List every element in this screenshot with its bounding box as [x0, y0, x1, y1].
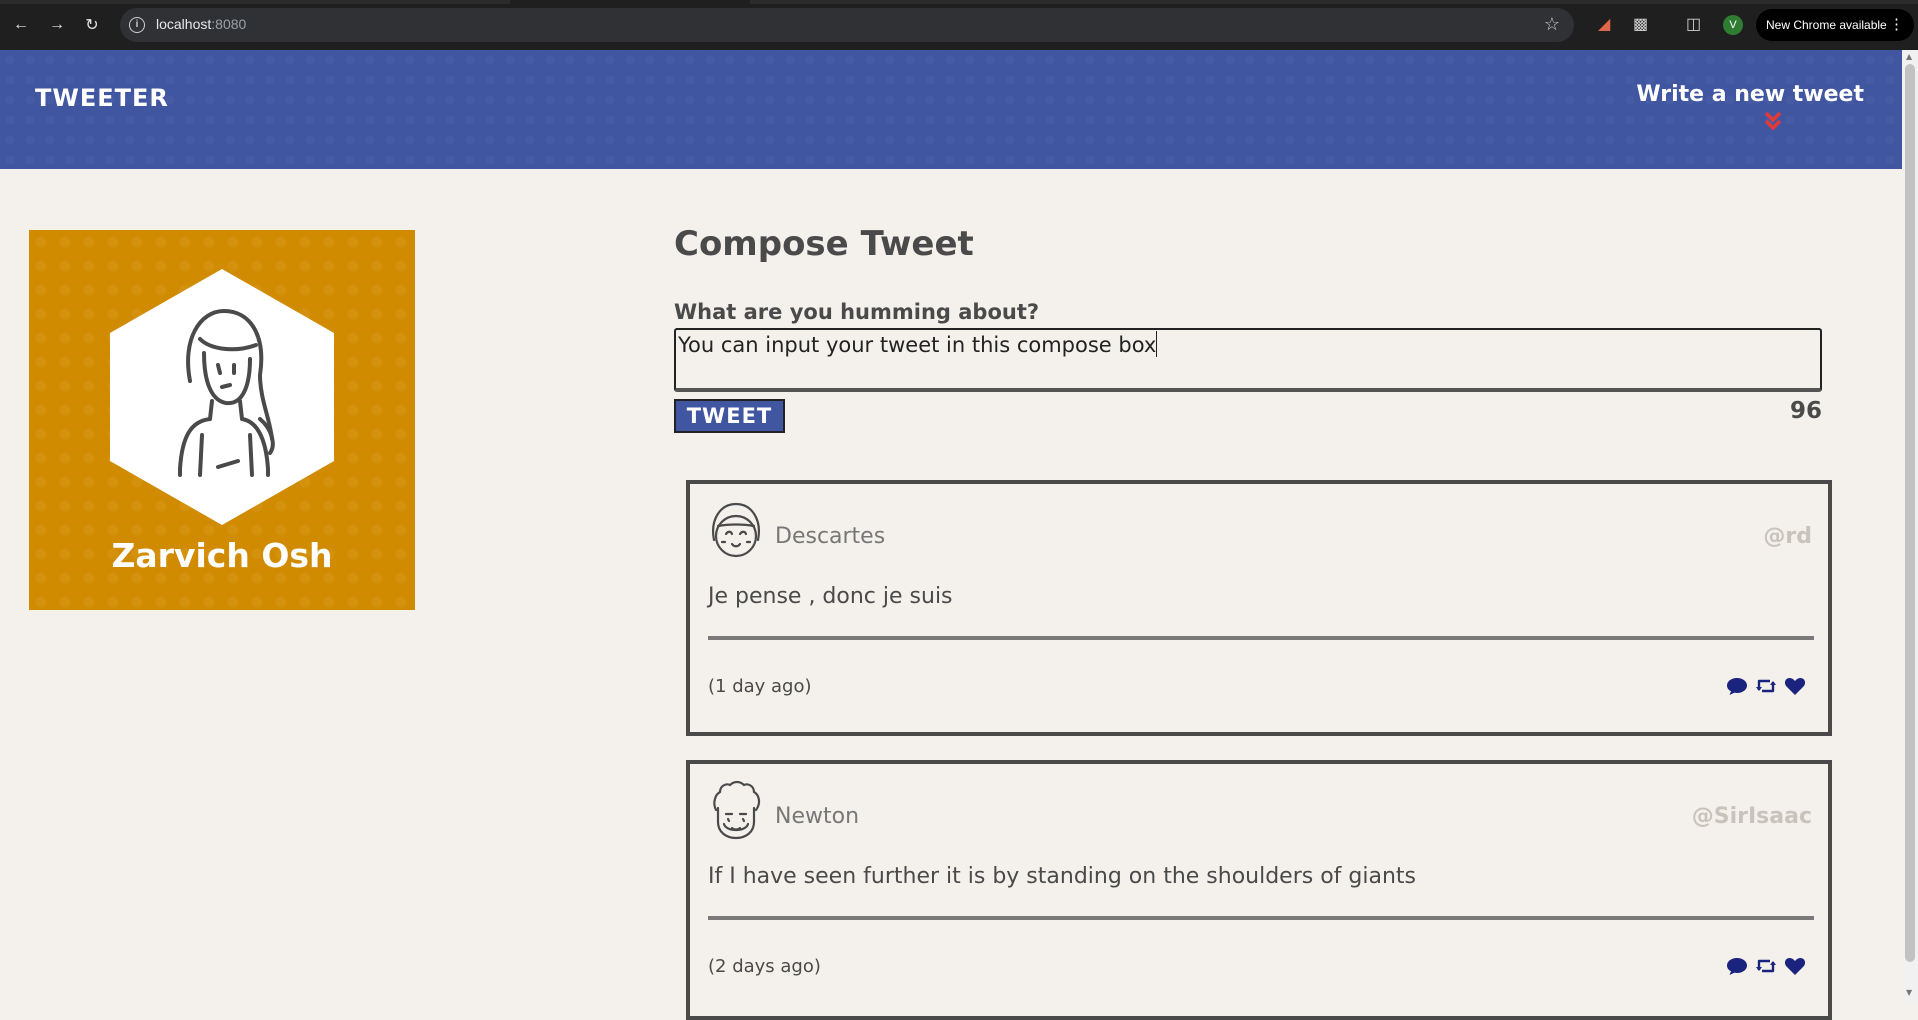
profile-name: Zarvich Osh	[111, 536, 333, 575]
comment-icon[interactable]	[1726, 956, 1748, 976]
browser-toolbar: ← → ↻ i localhost:8080 ☆ ◢ ▩ ◫ V New Chr…	[0, 0, 1918, 50]
tweet-divider	[708, 916, 1814, 920]
comment-icon[interactable]	[1726, 676, 1748, 696]
profile-card: Zarvich Osh	[29, 230, 415, 610]
retweet-icon[interactable]	[1755, 956, 1777, 976]
avatar	[713, 780, 761, 840]
forward-icon[interactable]: →	[45, 13, 69, 37]
avatar	[712, 502, 760, 558]
active-tab[interactable]	[510, 0, 750, 4]
tweet-timestamp: (1 day ago)	[708, 676, 812, 697]
tweet-timestamp: (2 days ago)	[708, 956, 821, 977]
compose-textarea[interactable]: You can input your tweet in this compose…	[674, 328, 1822, 392]
address-bar[interactable]: i localhost:8080 ☆	[120, 8, 1574, 42]
site-header: TWEETER Write a new tweet	[0, 50, 1902, 169]
reload-icon[interactable]: ↻	[80, 13, 104, 37]
bookmark-star-icon[interactable]: ☆	[1544, 14, 1560, 35]
url-text[interactable]: localhost:8080	[156, 16, 246, 32]
text-caret	[1156, 331, 1158, 357]
tab-strip	[0, 0, 1918, 4]
heart-icon[interactable]	[1784, 956, 1806, 976]
tweet-divider	[708, 636, 1814, 640]
char-counter: 96	[1789, 398, 1822, 424]
retweet-icon[interactable]	[1755, 676, 1777, 696]
tweet-actions	[1726, 676, 1806, 696]
back-icon[interactable]: ←	[9, 13, 33, 37]
menu-dots-icon[interactable]: ⋮	[1889, 15, 1904, 33]
compose-label: What are you humming about?	[674, 300, 1040, 324]
scrollbar-thumb[interactable]	[1905, 64, 1915, 962]
site-info-icon[interactable]: i	[129, 17, 145, 33]
tweet-button[interactable]: TWEET	[674, 399, 785, 433]
scroll-down-arrow-icon[interactable]: ▼	[1906, 988, 1912, 997]
scroll-up-arrow-icon[interactable]: ▲	[1906, 52, 1912, 61]
compose-text: You can input your tweet in this compose…	[678, 333, 1157, 357]
extension-icon[interactable]: ◢	[1598, 14, 1610, 34]
heart-icon[interactable]	[1784, 676, 1806, 696]
puzzle-extensions-icon[interactable]: ▩	[1633, 14, 1648, 34]
tweet-card: Descartes @rd Je pense , donc je suis (1…	[686, 480, 1832, 736]
url-host: localhost	[156, 16, 212, 32]
logo[interactable]: TWEETER	[35, 84, 169, 112]
tweet-handle: @rd	[1763, 524, 1812, 549]
write-new-tweet-link[interactable]: Write a new tweet	[1636, 82, 1864, 107]
page-scrollbar[interactable]: ▲ ▼	[1902, 50, 1918, 1003]
tweet-author-name: Descartes	[775, 524, 886, 549]
tweet-content: Je pense , donc je suis	[708, 584, 953, 609]
tweet-card: Newton @SirIsaac If I have seen further …	[686, 760, 1832, 1020]
url-port: :8080	[211, 16, 247, 32]
update-label: New Chrome available	[1766, 18, 1887, 32]
tweet-content: If I have seen further it is by standing…	[708, 864, 1416, 889]
tweet-author-name: Newton	[775, 804, 860, 829]
double-chevron-down-icon[interactable]	[1763, 110, 1783, 132]
profile-avatar[interactable]: V	[1723, 15, 1743, 35]
tweet-handle: @SirIsaac	[1691, 804, 1812, 829]
tweet-actions	[1726, 956, 1806, 976]
side-panel-icon[interactable]: ◫	[1686, 14, 1701, 34]
profile-avatar-illustration	[110, 269, 334, 525]
compose-title: Compose Tweet	[674, 224, 974, 264]
update-chrome-button[interactable]: New Chrome available ⋮	[1756, 9, 1914, 41]
